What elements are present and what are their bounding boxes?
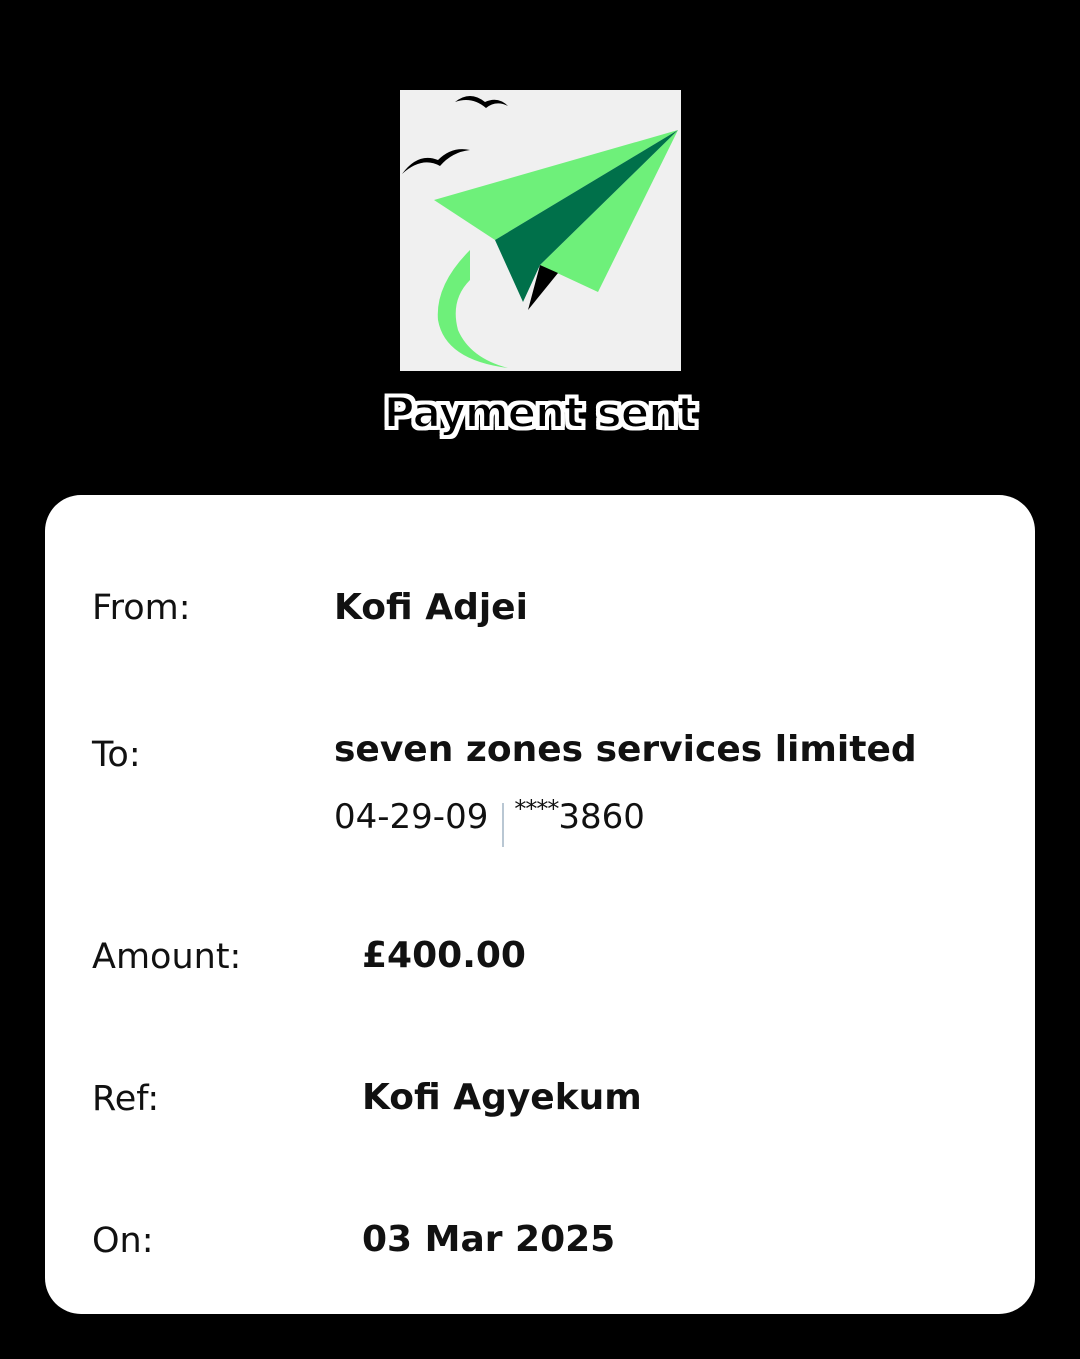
payment-details-card: From: Kofi Adjei To: seven zones service…: [45, 495, 1035, 1314]
trail-swirl: [437, 250, 508, 368]
ref-label: Ref:: [92, 1079, 160, 1119]
bird-icon: [402, 149, 470, 174]
payment-logo: [400, 90, 681, 371]
ref-value: Kofi Agyekum: [362, 1077, 642, 1118]
paper-plane-icon: [402, 96, 678, 368]
from-label: From:: [92, 588, 191, 628]
sort-code: 04-29-09: [334, 797, 489, 837]
date-value: 03 Mar 2025: [362, 1219, 616, 1260]
account-mask: ****: [514, 795, 559, 823]
amount-value: £400.00: [362, 935, 526, 976]
to-value: seven zones services limited: [334, 729, 917, 770]
amount-label: Amount:: [92, 937, 242, 977]
date-label: On:: [92, 1221, 154, 1261]
account-divider: [502, 803, 505, 847]
from-value: Kofi Adjei: [334, 587, 528, 628]
account-number: 3860: [558, 797, 645, 837]
page-title: Payment sent Payment sent: [0, 387, 1080, 438]
bird-icon: [455, 96, 508, 108]
account-details: 04-29-09 **** 3860: [334, 795, 645, 847]
to-label: To:: [92, 735, 141, 775]
page-title-fill: Payment sent: [383, 387, 698, 438]
